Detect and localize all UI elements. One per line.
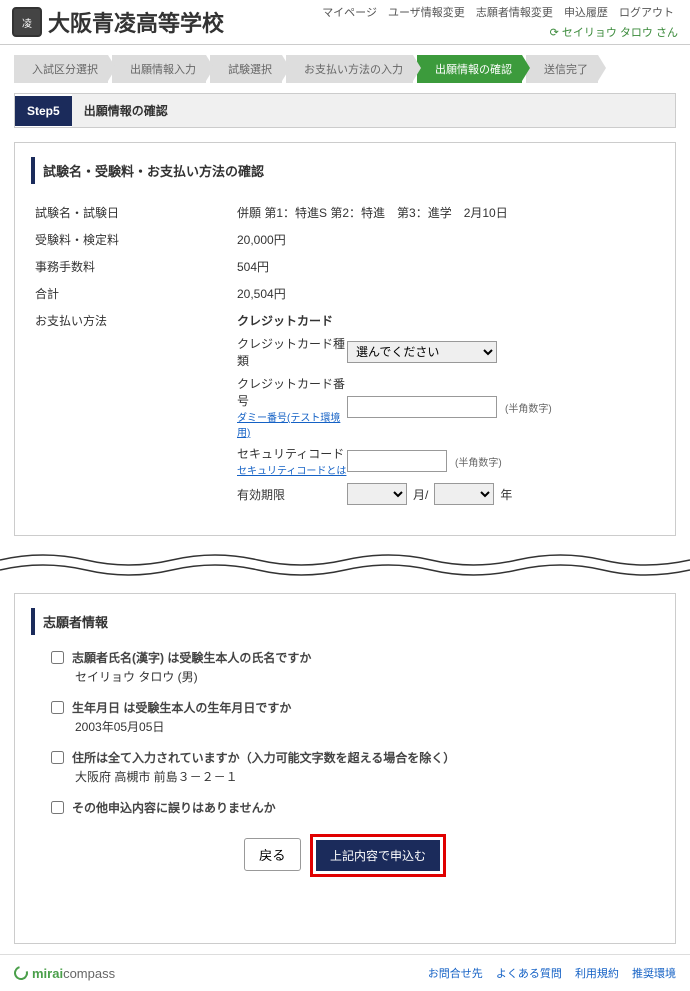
fee-label: 受験料・検定料: [33, 227, 233, 252]
wave-divider-icon: [0, 550, 690, 580]
cc-expiry-month[interactable]: [347, 483, 407, 505]
wizard-step-2[interactable]: 出願情報入力: [112, 55, 206, 83]
nav-logout[interactable]: ログアウト: [619, 7, 674, 19]
nav-applicant-info[interactable]: 志願者情報変更: [476, 7, 553, 19]
step-bar: Step5 出願情報の確認: [14, 93, 676, 128]
cc-number-label: クレジットカード番号: [237, 377, 345, 408]
confirm-panel: 試験名・受験料・お支払い方法の確認 試験名・試験日 併願 第1：特進S 第2：特…: [14, 142, 676, 536]
confirm-checkbox-2[interactable]: [51, 701, 64, 714]
confirm-item: その他申込内容に誤りはありませんか: [51, 799, 659, 816]
total-value: 20,504円: [235, 281, 657, 306]
kv-table: 試験名・試験日 併願 第1：特進S 第2：特進 第3：進学 2月10日 受験料・…: [31, 198, 659, 517]
wizard-step-6[interactable]: 送信完了: [526, 55, 598, 83]
applicant-panel: 志願者情報 志願者氏名(漢字) は受験生本人の氏名ですか セイリョウ タロウ (…: [14, 593, 676, 944]
wizard-step-4[interactable]: お支払い方法の入力: [286, 55, 413, 83]
swirl-icon: [11, 963, 30, 982]
confirm-item: 志願者氏名(漢字) は受験生本人の氏名ですか: [51, 649, 659, 666]
cc-expiry-year[interactable]: [434, 483, 494, 505]
wizard-step-5[interactable]: 出願情報の確認: [417, 55, 522, 83]
section-heading-payment: 試験名・受験料・お支払い方法の確認: [31, 157, 659, 184]
wizard: 入試区分選択 出願情報入力 試験選択 お支払い方法の入力 出願情報の確認 送信完…: [14, 55, 676, 83]
cc-expiry-label: 有効期限: [237, 486, 347, 503]
back-button[interactable]: 戻る: [244, 838, 301, 871]
confirm-a-1: セイリョウ タロウ (男): [75, 668, 659, 685]
wizard-step-1[interactable]: 入試区分選択: [14, 55, 108, 83]
total-label: 合計: [33, 281, 233, 306]
confirm-a-2: 2003年05月05日: [75, 718, 659, 735]
cc-sec-label: セキュリティコード: [237, 447, 344, 461]
footer-logo: miraicompass: [14, 966, 115, 981]
footer-link-terms[interactable]: 利用規約: [575, 968, 619, 980]
brand: 凌 大阪青凌高等学校: [12, 6, 224, 38]
pay-label: お支払い方法: [33, 308, 233, 515]
confirm-item: 生年月日 は受験生本人の生年月日ですか: [51, 699, 659, 716]
confirm-checkbox-3[interactable]: [51, 751, 64, 764]
cc-number-hint: (半角数字): [505, 400, 552, 415]
confirm-item: 住所は全て入力されていますか（入力可能文字数を超える場合を除く）: [51, 749, 659, 766]
wizard-step-3[interactable]: 試験選択: [210, 55, 282, 83]
top-nav-links: マイページ ユーザ情報変更 志願者情報変更 申込履歴 ログアウト: [318, 4, 678, 20]
header: 凌 大阪青凌高等学校 マイページ ユーザ情報変更 志願者情報変更 申込履歴 ログ…: [0, 0, 690, 45]
footer-links: お問合せ先 よくある質問 利用規約 推奨環境: [418, 965, 676, 981]
nav-mypage[interactable]: マイページ: [322, 7, 377, 19]
nav-history[interactable]: 申込履歴: [564, 7, 608, 19]
cc-expiry-m-text: 月/: [413, 486, 428, 503]
confirm-q-1: 志願者氏名(漢字) は受験生本人の氏名ですか: [72, 649, 311, 666]
confirm-q-4: その他申込内容に誤りはありませんか: [72, 799, 276, 816]
top-nav: マイページ ユーザ情報変更 志願者情報変更 申込履歴 ログアウト セイリョウ タ…: [318, 4, 678, 40]
button-row: 戻る 上記内容で申込む: [31, 834, 659, 877]
pay-value: クレジットカード: [237, 312, 655, 329]
step-title: 出願情報の確認: [72, 94, 675, 127]
confirm-q-2: 生年月日 は受験生本人の生年月日ですか: [72, 699, 291, 716]
cc-sec-link[interactable]: セキュリティコードとは: [237, 462, 347, 477]
cc-number-input[interactable]: [347, 396, 497, 418]
exam-value: 併願 第1：特進S 第2：特進 第3：進学 2月10日: [235, 200, 657, 225]
cc-type-select[interactable]: 選んでください: [347, 341, 497, 363]
cc-sec-input[interactable]: [347, 450, 447, 472]
cc-dummy-link[interactable]: ダミー番号(テスト環境用): [237, 409, 347, 439]
confirm-q-3: 住所は全て入力されていますか（入力可能文字数を超える場合を除く）: [72, 749, 455, 766]
school-name: 大阪青凌高等学校: [48, 6, 224, 38]
submit-highlight: 上記内容で申込む: [310, 834, 446, 877]
admin-label: 事務手数料: [33, 254, 233, 279]
footer-link-faq[interactable]: よくある質問: [496, 968, 562, 980]
confirm-checkbox-1[interactable]: [51, 651, 64, 664]
confirm-checkbox-4[interactable]: [51, 801, 64, 814]
cc-block: クレジットカード種類 選んでください クレジットカード番号 ダミー番号(テスト環…: [237, 335, 655, 505]
step-number: Step5: [15, 96, 72, 126]
fee-value: 20,000円: [235, 227, 657, 252]
admin-value: 504円: [235, 254, 657, 279]
exam-label: 試験名・試験日: [33, 200, 233, 225]
footer-link-env[interactable]: 推奨環境: [632, 968, 676, 980]
footer: miraicompass お問合せ先 よくある質問 利用規約 推奨環境: [0, 954, 690, 991]
nav-user-info[interactable]: ユーザ情報変更: [388, 7, 465, 19]
cc-expiry-y-text: 年: [500, 486, 512, 503]
cc-type-label: クレジットカード種類: [237, 335, 347, 369]
footer-link-contact[interactable]: お問合せ先: [428, 968, 483, 980]
cc-sec-hint: (半角数字): [455, 454, 502, 469]
school-crest-icon: 凌: [12, 7, 42, 37]
submit-button[interactable]: 上記内容で申込む: [316, 840, 440, 871]
current-user: セイリョウ タロウ さん: [318, 24, 678, 40]
section-heading-applicant: 志願者情報: [31, 608, 659, 635]
confirm-a-3: 大阪府 高槻市 前島３－２－１: [75, 768, 659, 785]
